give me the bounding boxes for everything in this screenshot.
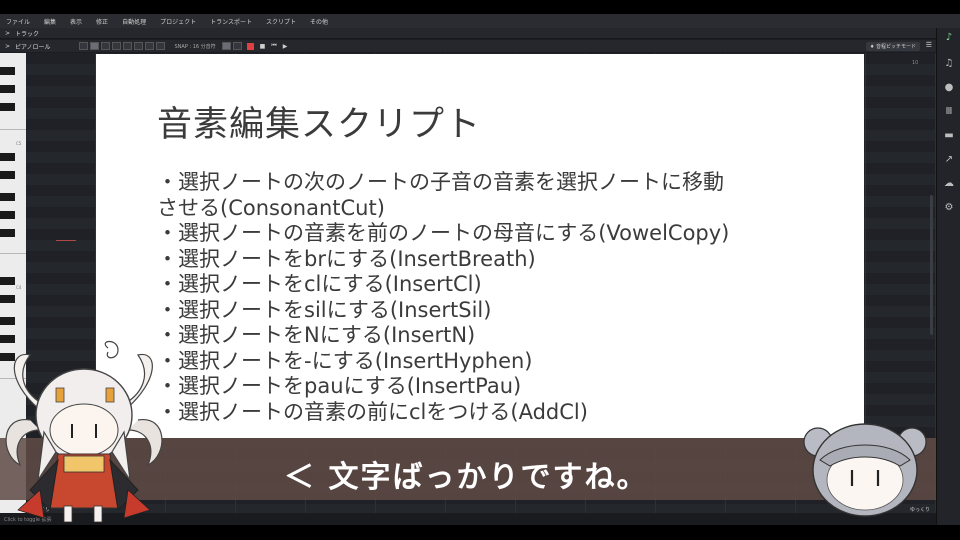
black-key[interactable] — [0, 229, 15, 237]
pointer-tool-button[interactable] — [78, 42, 88, 50]
gear-icon[interactable]: ⚙ — [943, 202, 955, 214]
subtitle-text: ＜ 文字ばっかりですね。 — [284, 460, 649, 495]
snap-setting[interactable]: SNAP : 16 分音符 — [175, 43, 216, 50]
menu-other[interactable]: その他 — [310, 17, 328, 26]
tool-button-5[interactable] — [122, 42, 132, 50]
slide-title: 音素編集スクリプト — [157, 105, 482, 145]
chevron-right-icon[interactable]: > — [5, 30, 10, 37]
pitch-tool-button[interactable] — [100, 42, 110, 50]
black-key[interactable] — [0, 317, 15, 325]
black-key[interactable] — [0, 103, 15, 111]
black-key[interactable] — [0, 85, 15, 93]
menu-modify[interactable]: 修正 — [96, 17, 108, 26]
tool-button-7[interactable] — [144, 42, 154, 50]
key-label-c4: C4 — [16, 285, 22, 290]
hamburger-menu-icon[interactable]: ☰ — [926, 41, 932, 49]
black-key[interactable] — [0, 67, 15, 75]
list-item: ・選択ノートの音素を前のノートの母音にする(VowelCopy) — [157, 221, 730, 245]
menu-file[interactable]: ファイル — [6, 17, 30, 26]
character-right — [803, 423, 927, 517]
list-item: ・選択ノートをpauにする(InsertPau) — [157, 374, 522, 398]
menu-view[interactable]: 表示 — [70, 17, 82, 26]
metronome-button[interactable] — [232, 42, 242, 50]
list-item: ・選択ノートの音素の前にclをつける(AddCl) — [157, 399, 588, 424]
right-sidebar: ♪ ♫ ● Ⅲ ▬ ↗ ☁ ⚙ — [936, 28, 960, 540]
black-key[interactable] — [0, 211, 15, 219]
track-label: トラック — [15, 30, 40, 38]
music-note-icon[interactable]: ♫ — [943, 58, 955, 70]
tool-button-8[interactable] — [155, 42, 165, 50]
cloud-icon[interactable]: ☁ — [943, 178, 955, 190]
piano-roll-label: ピアノロール — [15, 43, 51, 51]
pitch-mode-button[interactable]: ♦ 音程ピッチモード — [865, 42, 920, 51]
menu-project[interactable]: プロジェクト — [160, 17, 196, 26]
ruler-number: 10 — [912, 60, 919, 66]
list-item: させる(ConsonantCut) — [157, 195, 385, 220]
list-item: ・選択ノートをNにする(InsertN) — [157, 323, 476, 347]
menu-transport[interactable]: トランスポート — [210, 17, 252, 26]
script-list: ・選択ノートの次のノートの子音の音素を選択ノートに移動 させる(Consonan… — [157, 170, 847, 425]
tool-button-6[interactable] — [133, 42, 143, 50]
book-icon[interactable]: ▬ — [943, 130, 955, 142]
list-item: ・選択ノートをbrにする(InsertBreath) — [157, 246, 536, 271]
chevron-down-icon[interactable]: > — [5, 43, 10, 50]
piano-roll-toolbar: > ピアノロール SNAP : 16 分音符 ■ ⏮ ▶ ♦ 音程ピッチモード … — [0, 40, 936, 52]
key-divider — [0, 253, 26, 254]
bottom-black-bar — [0, 525, 960, 540]
rewind-icon[interactable]: ⏮ — [271, 42, 276, 50]
menu-edit[interactable]: 編集 — [44, 17, 56, 26]
top-black-bar — [0, 0, 960, 14]
play-icon[interactable]: ▶ — [283, 43, 288, 50]
black-key[interactable] — [0, 153, 15, 161]
black-key[interactable] — [0, 171, 15, 179]
waveform-logo-icon[interactable]: ♪ — [943, 32, 955, 44]
menu-bar: ファイル 編集 表示 修正 自動処理 プロジェクト トランスポート スクリプト … — [0, 14, 960, 28]
microphone-icon[interactable]: ● — [943, 82, 955, 94]
wave-tool-button[interactable] — [111, 42, 121, 50]
character-left — [5, 340, 163, 523]
presentation-slide: 音素編集スクリプト ・選択ノートの次のノートの子音の音素を選択ノートに移動 させ… — [96, 54, 864, 438]
export-icon[interactable]: ↗ — [943, 154, 955, 166]
black-key[interactable] — [0, 193, 15, 201]
menu-automation[interactable]: 自動処理 — [122, 17, 146, 26]
black-key[interactable] — [0, 295, 15, 303]
record-button[interactable] — [246, 42, 254, 50]
list-item: ・選択ノートをclにする(InsertCl) — [157, 272, 482, 296]
menu-script[interactable]: スクリプト — [266, 17, 296, 26]
vertical-scrollbar[interactable] — [930, 195, 933, 335]
key-label-c5: C5 — [16, 141, 22, 146]
app-window: ファイル 編集 表示 修正 自動処理 プロジェクト トランスポート スクリプト … — [0, 0, 960, 540]
note-line — [56, 240, 76, 241]
loop-button[interactable] — [221, 42, 231, 50]
track-panel-header[interactable]: > トラック — [0, 28, 960, 39]
list-item: ・選択ノートをsilにする(InsertSil) — [157, 297, 492, 322]
library-icon[interactable]: Ⅲ — [943, 106, 955, 118]
key-divider — [0, 129, 26, 130]
list-item: ・選択ノートの次のノートの子音の音素を選択ノートに移動 — [157, 170, 724, 194]
black-key[interactable] — [0, 277, 15, 285]
stop-icon[interactable]: ■ — [260, 43, 266, 50]
pen-tool-button[interactable] — [89, 42, 99, 50]
list-item: ・選択ノートを-にする(InsertHyphen) — [157, 348, 533, 373]
